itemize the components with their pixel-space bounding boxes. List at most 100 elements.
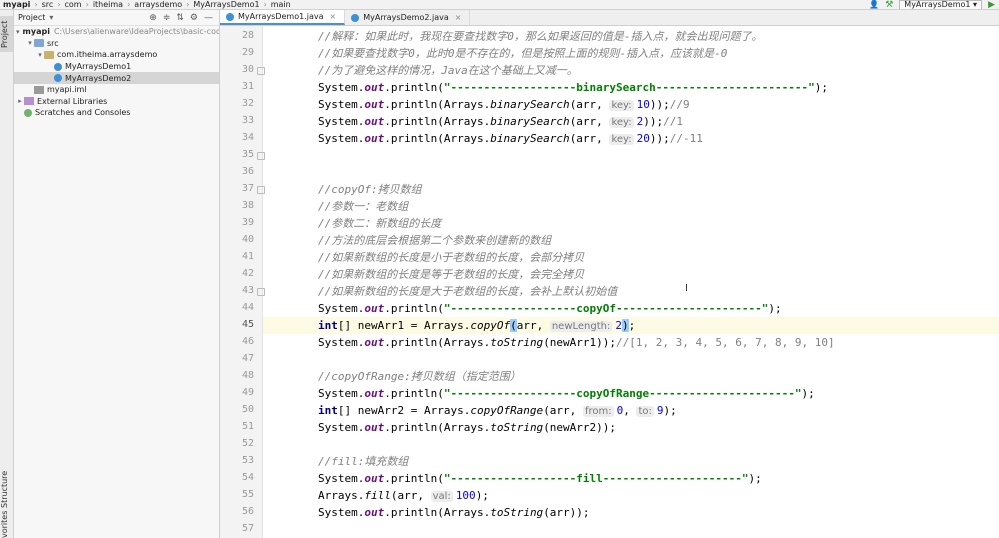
editor-tab[interactable]: MyArraysDemo1.java × <box>220 10 346 25</box>
line-number: 30 <box>241 64 254 75</box>
run-icon[interactable]: ▶ <box>988 0 995 9</box>
collapse-arrow-icon[interactable]: ▸ <box>16 97 24 105</box>
editor-tab[interactable]: MyArraysDemo2.java × <box>345 10 471 25</box>
line-number: 44 <box>241 302 254 313</box>
tree-item[interactable]: ▾ com.itheima.arraysdemo <box>14 49 219 61</box>
collapse-all-icon[interactable]: ≑ <box>163 13 171 23</box>
code-token: 100 <box>455 489 476 502</box>
code-line[interactable]: //copyOfRange:拷贝数组（指定范围） <box>263 368 999 385</box>
hide-panel-icon[interactable]: — <box>204 13 213 23</box>
expand-arrow-icon[interactable]: ▾ <box>16 28 20 36</box>
breadcrumb-item[interactable]: myapi <box>0 0 33 9</box>
code-token: //9 <box>669 98 690 111</box>
close-icon[interactable]: × <box>330 12 337 21</box>
code-line[interactable]: //如果新数组的长度是大于老数组的长度，会补上默认初始值 <box>263 283 999 300</box>
package-icon <box>44 50 54 59</box>
code-token: (arr, <box>390 489 431 502</box>
code-line[interactable] <box>263 164 999 181</box>
run-configuration-select[interactable]: MyArraysDemo1 ▾ <box>899 0 983 9</box>
editor-tab-label: MyArraysDemo1.java <box>238 12 324 21</box>
breadcrumb-item[interactable]: com <box>62 0 85 9</box>
code-line[interactable]: //如果新数组的长度是小于老数组的长度，会部分拷贝 <box>263 249 999 266</box>
code-line[interactable] <box>263 147 999 164</box>
code-token: ; <box>628 319 636 332</box>
line-number: 55 <box>241 489 254 500</box>
tree-item[interactable]: Scratches and Consoles <box>14 107 219 119</box>
code-token: (arr, <box>569 98 610 111</box>
line-number: 39 <box>241 217 254 228</box>
expand-arrow-icon[interactable]: ▾ <box>26 39 34 47</box>
code-line[interactable]: System.out.println(Arrays.toString(arr))… <box>263 504 999 521</box>
tree-item[interactable]: MyArraysDemo2 <box>14 72 219 84</box>
code-line[interactable]: int[] newArr2 = Arrays.copyOfRange(arr, … <box>263 402 999 419</box>
user-icon[interactable]: 👤 <box>869 0 879 9</box>
code-line[interactable] <box>263 436 999 453</box>
code-line[interactable]: System.out.println("-------------------c… <box>263 300 999 317</box>
code-line[interactable]: System.out.println(Arrays.toString(newAr… <box>263 334 999 351</box>
line-number: 41 <box>241 251 254 262</box>
code-editor[interactable]: //解释：如果此时，我现在要查找数字0，那么如果返回的值是-插入点，就会出现问题… <box>263 26 999 538</box>
code-line[interactable]: //解释：如果此时，我现在要查找数字0，那么如果返回的值是-插入点，就会出现问题… <box>263 28 999 45</box>
code-line[interactable]: //copyOf:拷贝数组 <box>263 181 999 198</box>
code-line[interactable]: System.out.println(Arrays.binarySearch(a… <box>263 96 999 113</box>
code-line[interactable]: //为了避免这样的情况，Java在这个基础上又减一。 <box>263 62 999 79</box>
line-number: 34 <box>241 132 254 143</box>
line-number: 35 <box>241 149 254 160</box>
line-number: 46 <box>241 336 254 347</box>
locate-file-icon[interactable]: ⊕ <box>149 13 157 23</box>
expand-arrow-icon[interactable]: ▾ <box>36 51 44 59</box>
tree-item-label: External Libraries <box>37 96 108 106</box>
code-token: //如果新数组的长度是小于老数组的长度，会部分拷贝 <box>318 251 585 264</box>
breadcrumb-item[interactable]: src <box>39 0 57 9</box>
structure-tool-tab[interactable]: Structure <box>0 468 13 510</box>
code-line[interactable]: Arrays.fill(arr, val: 100); <box>263 487 999 504</box>
code-line[interactable]: //如果新数组的长度是等于老数组的长度，会完全拷贝 <box>263 266 999 283</box>
code-token: //fill:填充数组 <box>318 455 409 468</box>
line-number: 38 <box>241 200 254 211</box>
breadcrumb-item[interactable]: itheima <box>90 0 126 9</box>
java-class-icon <box>226 12 234 21</box>
code-line[interactable]: System.out.println(Arrays.binarySearch(a… <box>263 130 999 147</box>
code-line[interactable]: System.out.println("-------------------c… <box>263 385 999 402</box>
code-token: //-11 <box>669 132 703 145</box>
code-line[interactable]: int[] newArr1 = Arrays.copyOf(arr, newLe… <box>263 317 999 334</box>
code-line[interactable]: System.out.println(Arrays.toString(newAr… <box>263 419 999 436</box>
line-number-gutter: 28 29 30 31 32 33 34 35 36 37 38 39 40 41 42 43 44 45 46 47… <box>220 26 265 538</box>
code-line[interactable]: System.out.println("-------------------b… <box>263 79 999 96</box>
line-number: 54 <box>241 472 254 483</box>
code-line[interactable]: System.out.println("-------------------f… <box>263 470 999 487</box>
tree-item[interactable]: myapi.iml <box>14 84 219 96</box>
tree-item[interactable]: ▸ External Libraries <box>14 96 219 108</box>
folder-icon <box>34 39 44 48</box>
code-line[interactable] <box>263 521 999 538</box>
text-cursor-icon: I <box>685 283 688 294</box>
code-token: ); <box>748 472 762 485</box>
code-line[interactable]: //参数二：新数组的长度 <box>263 215 999 232</box>
project-panel: Project ▾ ⊕ ≑ ⇅ ⚙ — ▾ myapi C:\Users\alien… <box>14 10 220 538</box>
build-hammer-icon[interactable]: ⚒ <box>885 0 893 9</box>
project-panel-title[interactable]: Project <box>18 13 45 22</box>
tree-item[interactable]: ▾ src <box>14 38 219 50</box>
favorites-tool-tab[interactable]: vorites <box>0 511 13 538</box>
sort-icon[interactable]: ⇅ <box>176 13 184 23</box>
tree-item[interactable]: MyArraysDemo1 <box>14 61 219 73</box>
code-token: .println( <box>384 472 444 485</box>
breadcrumb-item[interactable]: MyArraysDemo1 <box>190 0 262 9</box>
chevron-down-icon[interactable]: ▾ <box>49 13 53 22</box>
breadcrumb-item[interactable]: arraysdemo <box>131 0 185 9</box>
code-line[interactable]: System.out.println(Arrays.binarySearch(a… <box>263 113 999 130</box>
code-line[interactable] <box>263 351 999 368</box>
line-number: 47 <box>241 353 254 364</box>
code-token: "-------------------binarySearch--------… <box>443 81 815 94</box>
tree-item[interactable]: ▾ myapi C:\Users\alienware\IdeaProjects\ba… <box>14 26 219 38</box>
project-tool-tab[interactable]: Project <box>0 16 13 52</box>
code-token: out <box>364 98 385 111</box>
parameter-hint: key: <box>609 134 634 145</box>
code-line[interactable]: //fill:填充数组 <box>263 453 999 470</box>
gear-icon[interactable]: ⚙ <box>190 13 198 23</box>
code-line[interactable]: //方法的底层会根据第二个参数来创建新的数组 <box>263 232 999 249</box>
code-line[interactable]: //如果要查找数字0，此时0是不存在的，但是按照上面的规则-插入点，应该就是-0 <box>263 45 999 62</box>
code-line[interactable]: //参数一：老数组 <box>263 198 999 215</box>
close-icon[interactable]: × <box>455 13 462 22</box>
breadcrumb-item[interactable]: main <box>268 0 294 9</box>
